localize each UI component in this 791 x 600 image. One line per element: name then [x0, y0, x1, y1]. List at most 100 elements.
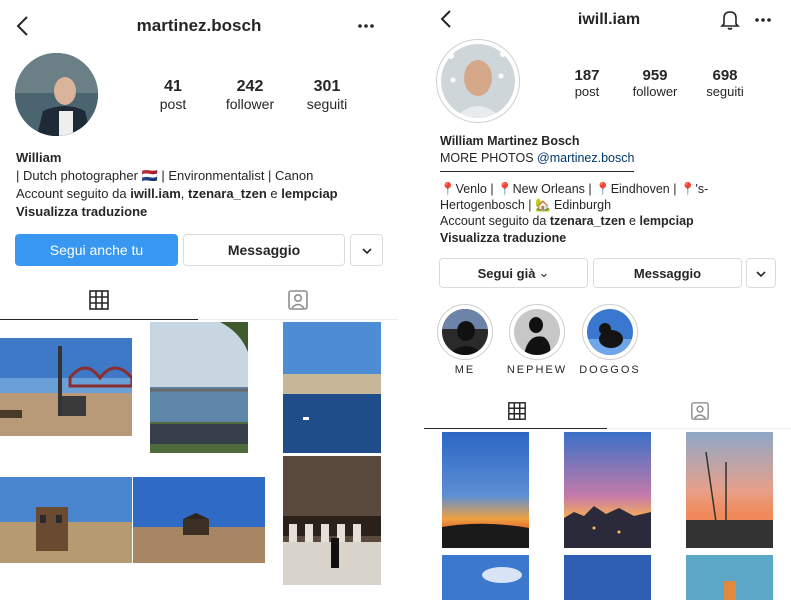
- bio-line: | Dutch photographer 🇳🇱 | Environmentali…: [16, 167, 313, 185]
- post-thumbnail[interactable]: [150, 322, 248, 453]
- followed-by-user[interactable]: tzenara_tzen: [188, 186, 267, 201]
- followed-by-user[interactable]: iwill.iam: [130, 186, 181, 201]
- bell-icon[interactable]: [720, 9, 740, 31]
- story-highlight-cover: [514, 309, 560, 355]
- tab-divider: [198, 319, 398, 320]
- stat-following-value: 698: [712, 67, 738, 84]
- suggestions-dropdown-button[interactable]: [746, 258, 776, 288]
- stat-posts-value: 41: [164, 78, 182, 95]
- followed-by-prefix: Account seguito da: [16, 186, 127, 201]
- stat-following[interactable]: 698 seguiti: [696, 67, 754, 99]
- tagged-tab[interactable]: [690, 401, 710, 421]
- avatar[interactable]: [441, 44, 515, 118]
- post-thumbnail[interactable]: [686, 432, 773, 548]
- following-button[interactable]: Segui già ⌄: [439, 258, 588, 288]
- mention-link[interactable]: @martinez.bosch: [537, 151, 634, 165]
- story-highlight[interactable]: [437, 304, 493, 360]
- location-text: Edinburgh: [554, 198, 612, 212]
- caret-down-icon: ⌄: [538, 265, 550, 280]
- followed-by-user[interactable]: lempciap: [639, 214, 693, 228]
- grid-icon: [507, 402, 527, 425]
- followed-by-and: e: [270, 186, 278, 201]
- message-button[interactable]: Messaggio: [183, 234, 345, 266]
- bio-divider: [440, 171, 634, 172]
- stat-posts-label: post: [159, 96, 187, 112]
- more-dots-icon[interactable]: [753, 12, 773, 28]
- follow-button[interactable]: Segui anche tu: [15, 234, 178, 266]
- bio-line-prefix: | Dutch photographer: [16, 168, 138, 183]
- translate-link[interactable]: Visualizza traduzione: [440, 229, 566, 247]
- post-thumbnail[interactable]: [283, 456, 381, 585]
- stat-following-label: seguiti: [706, 84, 744, 99]
- post-thumbnail[interactable]: [0, 477, 132, 563]
- story-highlight[interactable]: [582, 304, 638, 360]
- pin-icon: 📍: [440, 182, 456, 196]
- avatar[interactable]: [15, 53, 98, 136]
- followed-by-line[interactable]: Account seguito da iwill.iam, tzenara_tz…: [16, 185, 338, 203]
- bio-more-photos: MORE PHOTOS @martinez.bosch: [440, 149, 634, 167]
- followed-by-separator: ,: [180, 186, 185, 201]
- grid-tab[interactable]: [88, 289, 110, 311]
- followed-by-prefix: Account seguito da: [440, 214, 547, 228]
- message-button[interactable]: Messaggio: [593, 258, 742, 288]
- story-highlight-cover: [442, 309, 488, 355]
- tab-divider: [607, 428, 791, 429]
- story-highlight-cover: [587, 309, 633, 355]
- stat-following-value: 301: [313, 78, 341, 95]
- left-profile-panel: martinez.bosch 41 post 242 follower 301 …: [0, 0, 398, 600]
- highlight-label: NEPHEW: [506, 364, 568, 376]
- location-text: New Orleans |: [512, 182, 592, 196]
- tagged-tab[interactable]: [287, 289, 309, 311]
- stat-posts-label: post: [574, 84, 600, 99]
- stat-followers-value: 242: [236, 78, 264, 95]
- translate-link[interactable]: Visualizza traduzione: [16, 203, 147, 221]
- highlight-label: ME: [454, 364, 476, 376]
- bio-line-suffix: | Environmentalist | Canon: [161, 168, 314, 183]
- post-thumbnail[interactable]: [564, 555, 651, 600]
- stat-followers-label: follower: [225, 96, 275, 112]
- stat-followers[interactable]: 959 follower: [625, 67, 685, 99]
- post-thumbnail[interactable]: [442, 555, 529, 600]
- pin-icon: 📍: [595, 182, 611, 196]
- highlight-label: DOGGOS: [579, 364, 641, 376]
- grid-icon: [88, 290, 110, 315]
- story-highlight[interactable]: [509, 304, 565, 360]
- post-thumbnail[interactable]: [442, 432, 529, 548]
- stat-posts[interactable]: 41 post: [148, 78, 198, 112]
- pin-icon: 📍: [497, 182, 513, 196]
- location-text: Eindhoven |: [610, 182, 677, 196]
- post-thumbnail[interactable]: [686, 555, 773, 600]
- location-text: Venlo |: [455, 182, 494, 196]
- bio-name: William: [16, 150, 62, 165]
- pin-icon: 📍: [679, 182, 696, 196]
- stat-following[interactable]: 301 seguiti: [298, 78, 356, 112]
- stat-followers-value: 959: [642, 67, 668, 84]
- stat-posts[interactable]: 187 post: [562, 67, 612, 99]
- more-dots-icon[interactable]: [356, 18, 376, 34]
- following-button-label: Segui già: [477, 265, 536, 281]
- followed-by-user[interactable]: tzenara_tzen: [550, 214, 626, 228]
- post-thumbnail[interactable]: [133, 477, 265, 563]
- stat-followers-label: follower: [632, 84, 678, 99]
- followed-by-user[interactable]: lempciap: [281, 186, 337, 201]
- chevron-down-icon: [755, 265, 767, 281]
- bio-name: William Martinez Bosch: [440, 134, 580, 148]
- active-tab-indicator: [424, 428, 607, 429]
- stat-following-label: seguiti: [306, 96, 348, 112]
- chevron-down-icon: [361, 242, 373, 258]
- followed-by-line[interactable]: Account seguito da tzenara_tzen e lempci…: [440, 212, 694, 230]
- back-chevron-icon[interactable]: [436, 8, 458, 30]
- tagged-person-icon: [690, 402, 710, 425]
- post-thumbnail[interactable]: [0, 338, 132, 436]
- post-thumbnail[interactable]: [283, 322, 381, 453]
- grid-tab[interactable]: [507, 401, 527, 421]
- profile-username-title: martinez.bosch: [136, 16, 262, 35]
- suggestions-dropdown-button[interactable]: [350, 234, 383, 266]
- netherlands-flag-icon: 🇳🇱: [141, 168, 158, 183]
- bio-more-prefix: MORE PHOTOS: [440, 151, 534, 165]
- back-chevron-icon[interactable]: [12, 14, 36, 38]
- profile-username-title: iwill.iam: [577, 11, 641, 28]
- stat-followers[interactable]: 242 follower: [220, 78, 280, 112]
- stat-posts-value: 187: [574, 67, 600, 84]
- post-thumbnail[interactable]: [564, 432, 651, 548]
